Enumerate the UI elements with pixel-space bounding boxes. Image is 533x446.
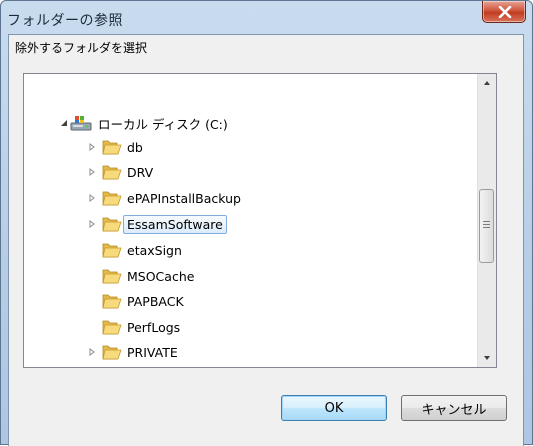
grip-line bbox=[483, 224, 490, 225]
folder-icon bbox=[102, 165, 122, 180]
tree-item-etaxsign[interactable]: etaxSign bbox=[102, 238, 182, 262]
tree-item-epapinstallbackup[interactable]: ePAPInstallBackup bbox=[89, 186, 241, 210]
tree-item-papback[interactable]: PAPBACK bbox=[102, 289, 184, 313]
title-bar[interactable]: フォルダーの参照 bbox=[1, 1, 532, 35]
tree-item-label: etaxSign bbox=[127, 242, 182, 258]
scroll-down-button[interactable] bbox=[478, 349, 496, 367]
grip-line bbox=[483, 221, 490, 222]
cancel-button[interactable]: キャンセル bbox=[401, 395, 507, 421]
collapsed-arrow-icon[interactable] bbox=[88, 220, 96, 228]
close-button[interactable] bbox=[482, 1, 526, 23]
tree-item-essamsoftware[interactable]: EssamSoftware bbox=[89, 212, 227, 236]
tree-item-label: db bbox=[127, 139, 143, 155]
tree-item-label: ePAPInstallBackup bbox=[127, 190, 241, 206]
tree-item-perflogs[interactable]: PerfLogs bbox=[102, 315, 180, 339]
collapsed-arrow-icon[interactable] bbox=[88, 168, 96, 176]
browse-folder-dialog: フォルダーの参照 除外するフォルダを選択 ローカル ディスク (C:) db D… bbox=[0, 0, 533, 446]
tree-item-private[interactable]: PRIVATE bbox=[89, 340, 178, 364]
collapsed-arrow-icon[interactable] bbox=[88, 348, 96, 356]
folder-icon bbox=[102, 217, 122, 232]
folder-icon bbox=[102, 191, 122, 206]
folder-tree[interactable]: ローカル ディスク (C:) db DRV ePAPInstallBackup … bbox=[23, 73, 497, 368]
window-title: フォルダーの参照 bbox=[7, 13, 123, 29]
collapsed-arrow-icon[interactable] bbox=[88, 143, 96, 151]
expanded-arrow-icon[interactable] bbox=[60, 119, 68, 127]
collapsed-arrow-icon[interactable] bbox=[88, 194, 96, 202]
tree-item-db[interactable]: db bbox=[89, 135, 143, 159]
tree-item-local-disk[interactable]: ローカル ディスク (C:) bbox=[61, 111, 228, 135]
tree-item-label: PRIVATE bbox=[127, 344, 178, 360]
scroll-up-button[interactable] bbox=[478, 74, 496, 92]
folder-icon bbox=[102, 345, 122, 360]
tree-item-label: DRV bbox=[127, 164, 154, 180]
tree-item-label: PAPBACK bbox=[127, 293, 184, 309]
tree-item-label: ローカル ディスク (C:) bbox=[98, 116, 228, 132]
folder-icon bbox=[102, 294, 122, 309]
folder-icon bbox=[102, 243, 122, 258]
folder-icon bbox=[102, 269, 122, 284]
tree-item-msocache[interactable]: MSOCache bbox=[102, 264, 194, 288]
scroll-down-icon bbox=[484, 356, 490, 360]
tree-item-label: PerfLogs bbox=[127, 319, 181, 335]
ok-button[interactable]: OK bbox=[281, 395, 387, 421]
grip-line bbox=[483, 227, 490, 228]
local-disk-icon bbox=[70, 116, 92, 131]
scroll-up-icon bbox=[484, 81, 490, 85]
tree-item-label: MSOCache bbox=[127, 268, 195, 284]
dialog-description: 除外するフォルダを選択 bbox=[15, 41, 148, 55]
close-icon bbox=[498, 6, 512, 18]
scroll-thumb[interactable] bbox=[479, 189, 494, 263]
vertical-scrollbar[interactable] bbox=[477, 74, 496, 367]
folder-icon bbox=[102, 320, 122, 335]
tree-item-drv[interactable]: DRV bbox=[89, 160, 154, 184]
folder-icon bbox=[102, 140, 122, 155]
tree-item-label: EssamSoftware bbox=[123, 214, 227, 234]
